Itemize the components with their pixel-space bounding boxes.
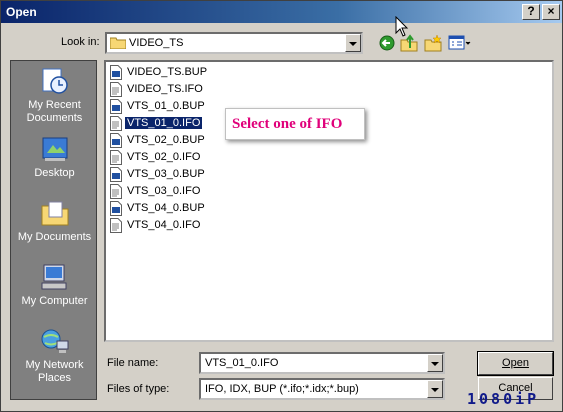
file-name-label: File name: <box>107 357 159 369</box>
look-in-dropdown[interactable]: VIDEO_TS <box>105 32 363 54</box>
place-my-network-places[interactable]: My Network Places <box>11 325 98 385</box>
place-label: My Network Places <box>25 359 84 384</box>
place-my-recent-documents[interactable]: My Recent Documents <box>11 65 98 125</box>
mouse-cursor-icon <box>395 16 409 37</box>
file-name-value: VTS_01_0.IFO <box>205 357 279 369</box>
file-name: VTS_02_0.IFO <box>127 151 201 163</box>
place-label: Desktop <box>34 167 75 179</box>
place-my-documents[interactable]: My Documents <box>11 197 98 244</box>
close-button[interactable]: × <box>542 4 560 20</box>
view-menu-icon[interactable] <box>448 34 472 52</box>
places-bar: My Recent Documents Desktop My Documents <box>10 60 97 400</box>
files-of-type-value: IFO, IDX, BUP (*.ifo;*.idx;*.bup) <box>205 383 359 395</box>
place-label: My Documents <box>17 231 92 243</box>
files-of-type-label: Files of type: <box>107 383 170 395</box>
chevron-down-icon[interactable] <box>427 354 443 372</box>
open-button[interactable]: Open <box>477 351 554 376</box>
my-computer-icon <box>41 264 66 290</box>
ifo-file-icon <box>110 116 122 131</box>
ifo-file-icon <box>110 184 122 199</box>
window-title: Open <box>6 5 37 19</box>
open-dialog: Open ? × Look in: VIDEO_TS My Recent Doc… <box>0 0 563 412</box>
file-name: VTS_03_0.BUP <box>127 168 205 180</box>
file-name: VTS_01_0.IFO <box>123 116 204 130</box>
files-of-type-dropdown[interactable]: IFO, IDX, BUP (*.ifo;*.idx;*.bup) <box>199 378 445 400</box>
title-bar[interactable]: Open ? × <box>1 1 562 23</box>
ifo-file-icon <box>110 218 122 233</box>
bup-file-icon <box>110 167 122 182</box>
open-button-label: Open <box>502 357 529 369</box>
chevron-down-icon[interactable] <box>427 380 443 398</box>
place-label: My Recent Documents <box>26 99 83 124</box>
new-folder-icon[interactable] <box>424 34 442 52</box>
desktop-icon <box>42 137 67 161</box>
place-my-computer[interactable]: My Computer <box>11 261 98 308</box>
ifo-file-icon <box>110 82 122 97</box>
place-desktop[interactable]: Desktop <box>11 133 98 180</box>
watermark-logo: 1080iP <box>467 390 540 408</box>
network-places-icon <box>41 329 68 353</box>
my-documents-icon <box>41 201 68 226</box>
file-name: VTS_02_0.BUP <box>127 134 205 146</box>
folder-icon <box>110 37 126 49</box>
bup-file-icon <box>110 99 122 114</box>
bup-file-icon <box>110 133 122 148</box>
file-name: VTS_04_0.IFO <box>127 219 201 231</box>
bup-file-icon <box>110 65 122 80</box>
file-name: VTS_01_0.BUP <box>127 100 205 112</box>
file-name: VIDEO_TS.IFO <box>127 83 203 95</box>
annotation-callout: Select one of IFO <box>225 108 365 140</box>
chevron-down-icon[interactable] <box>345 34 361 52</box>
back-icon[interactable] <box>378 34 396 52</box>
look-in-value: VIDEO_TS <box>129 37 184 49</box>
help-button[interactable]: ? <box>522 4 540 20</box>
file-name: VTS_03_0.IFO <box>127 185 201 197</box>
ifo-file-icon <box>110 150 122 165</box>
bup-file-icon <box>110 201 122 216</box>
look-in-label: Look in: <box>61 36 100 48</box>
file-name: VTS_04_0.BUP <box>127 202 205 214</box>
file-list[interactable]: VIDEO_TS.BUP VIDEO_TS.IFO VTS_01_0.BUP VTS_… <box>104 60 554 342</box>
file-name-field[interactable]: VTS_01_0.IFO <box>199 352 445 374</box>
recent-documents-icon <box>42 68 68 94</box>
file-name: VIDEO_TS.BUP <box>127 66 208 78</box>
place-label: My Computer <box>21 295 88 307</box>
